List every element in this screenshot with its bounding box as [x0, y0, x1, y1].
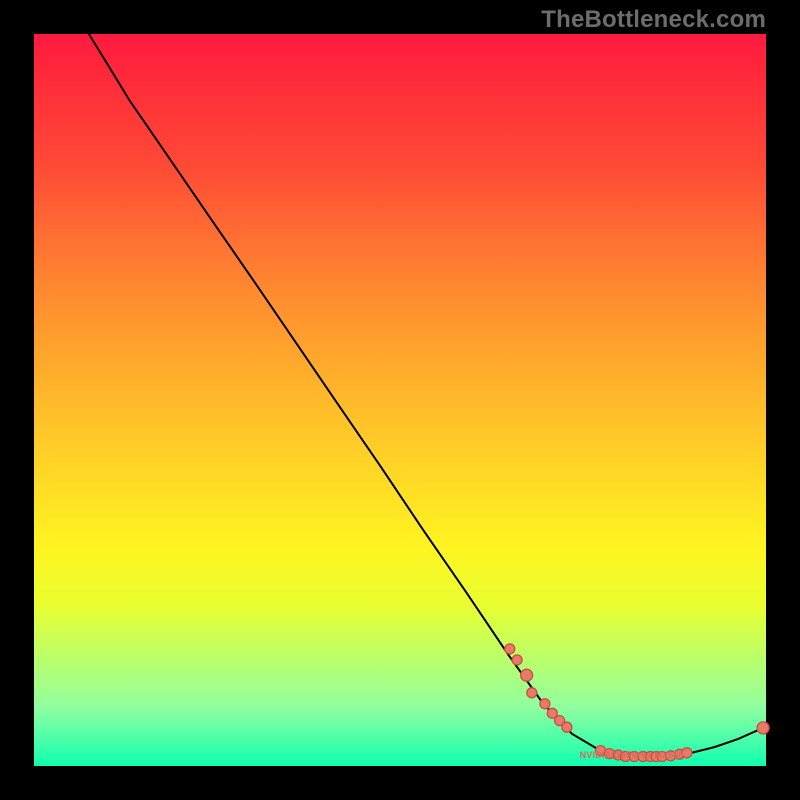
- data-point: [521, 669, 533, 681]
- data-point: [540, 699, 550, 709]
- data-point: [757, 722, 769, 734]
- curve-path: [89, 34, 763, 757]
- data-point: [505, 644, 515, 654]
- data-point: [527, 688, 537, 698]
- chart-svg: [34, 34, 766, 766]
- series-watermark: NVIDIA GeForce MX550: [580, 750, 684, 760]
- data-points: [505, 644, 769, 762]
- data-point: [512, 655, 522, 665]
- chart-frame: TheBottleneck.com NVIDIA GeForce MX550: [0, 0, 800, 800]
- data-point: [562, 722, 572, 732]
- watermark-text: TheBottleneck.com: [541, 6, 766, 34]
